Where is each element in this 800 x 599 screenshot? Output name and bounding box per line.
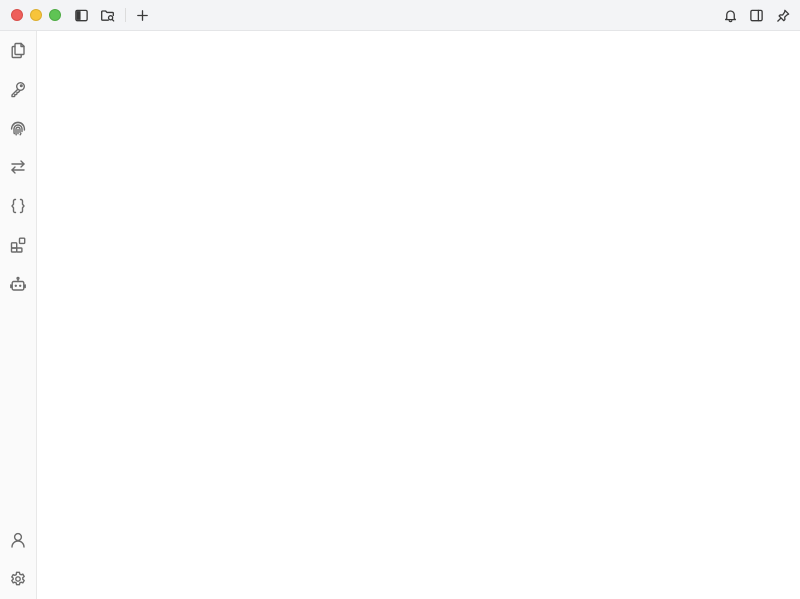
window-minimize-button[interactable] <box>30 9 42 21</box>
bell-icon[interactable] <box>721 6 739 24</box>
panel-right-icon[interactable] <box>747 6 765 24</box>
key-icon[interactable] <box>7 78 29 100</box>
title-bar <box>0 0 800 31</box>
plus-icon[interactable] <box>133 6 151 24</box>
user-icon[interactable] <box>7 529 29 551</box>
pin-icon[interactable] <box>774 6 792 24</box>
settings-icon[interactable] <box>7 568 29 590</box>
bot-icon[interactable] <box>7 273 29 295</box>
sidebar-toggle-icon[interactable] <box>72 6 90 24</box>
files-icon[interactable] <box>7 39 29 61</box>
arrows-exchange-icon[interactable] <box>7 156 29 178</box>
window-maximize-button[interactable] <box>49 9 61 21</box>
fingerprint-icon[interactable] <box>7 117 29 139</box>
toolbar-separator <box>125 8 126 22</box>
main-content-area <box>37 31 800 599</box>
extensions-icon[interactable] <box>7 234 29 256</box>
folder-search-icon[interactable] <box>98 6 116 24</box>
window-close-button[interactable] <box>11 9 23 21</box>
braces-icon[interactable] <box>7 195 29 217</box>
activity-sidebar <box>0 31 37 599</box>
